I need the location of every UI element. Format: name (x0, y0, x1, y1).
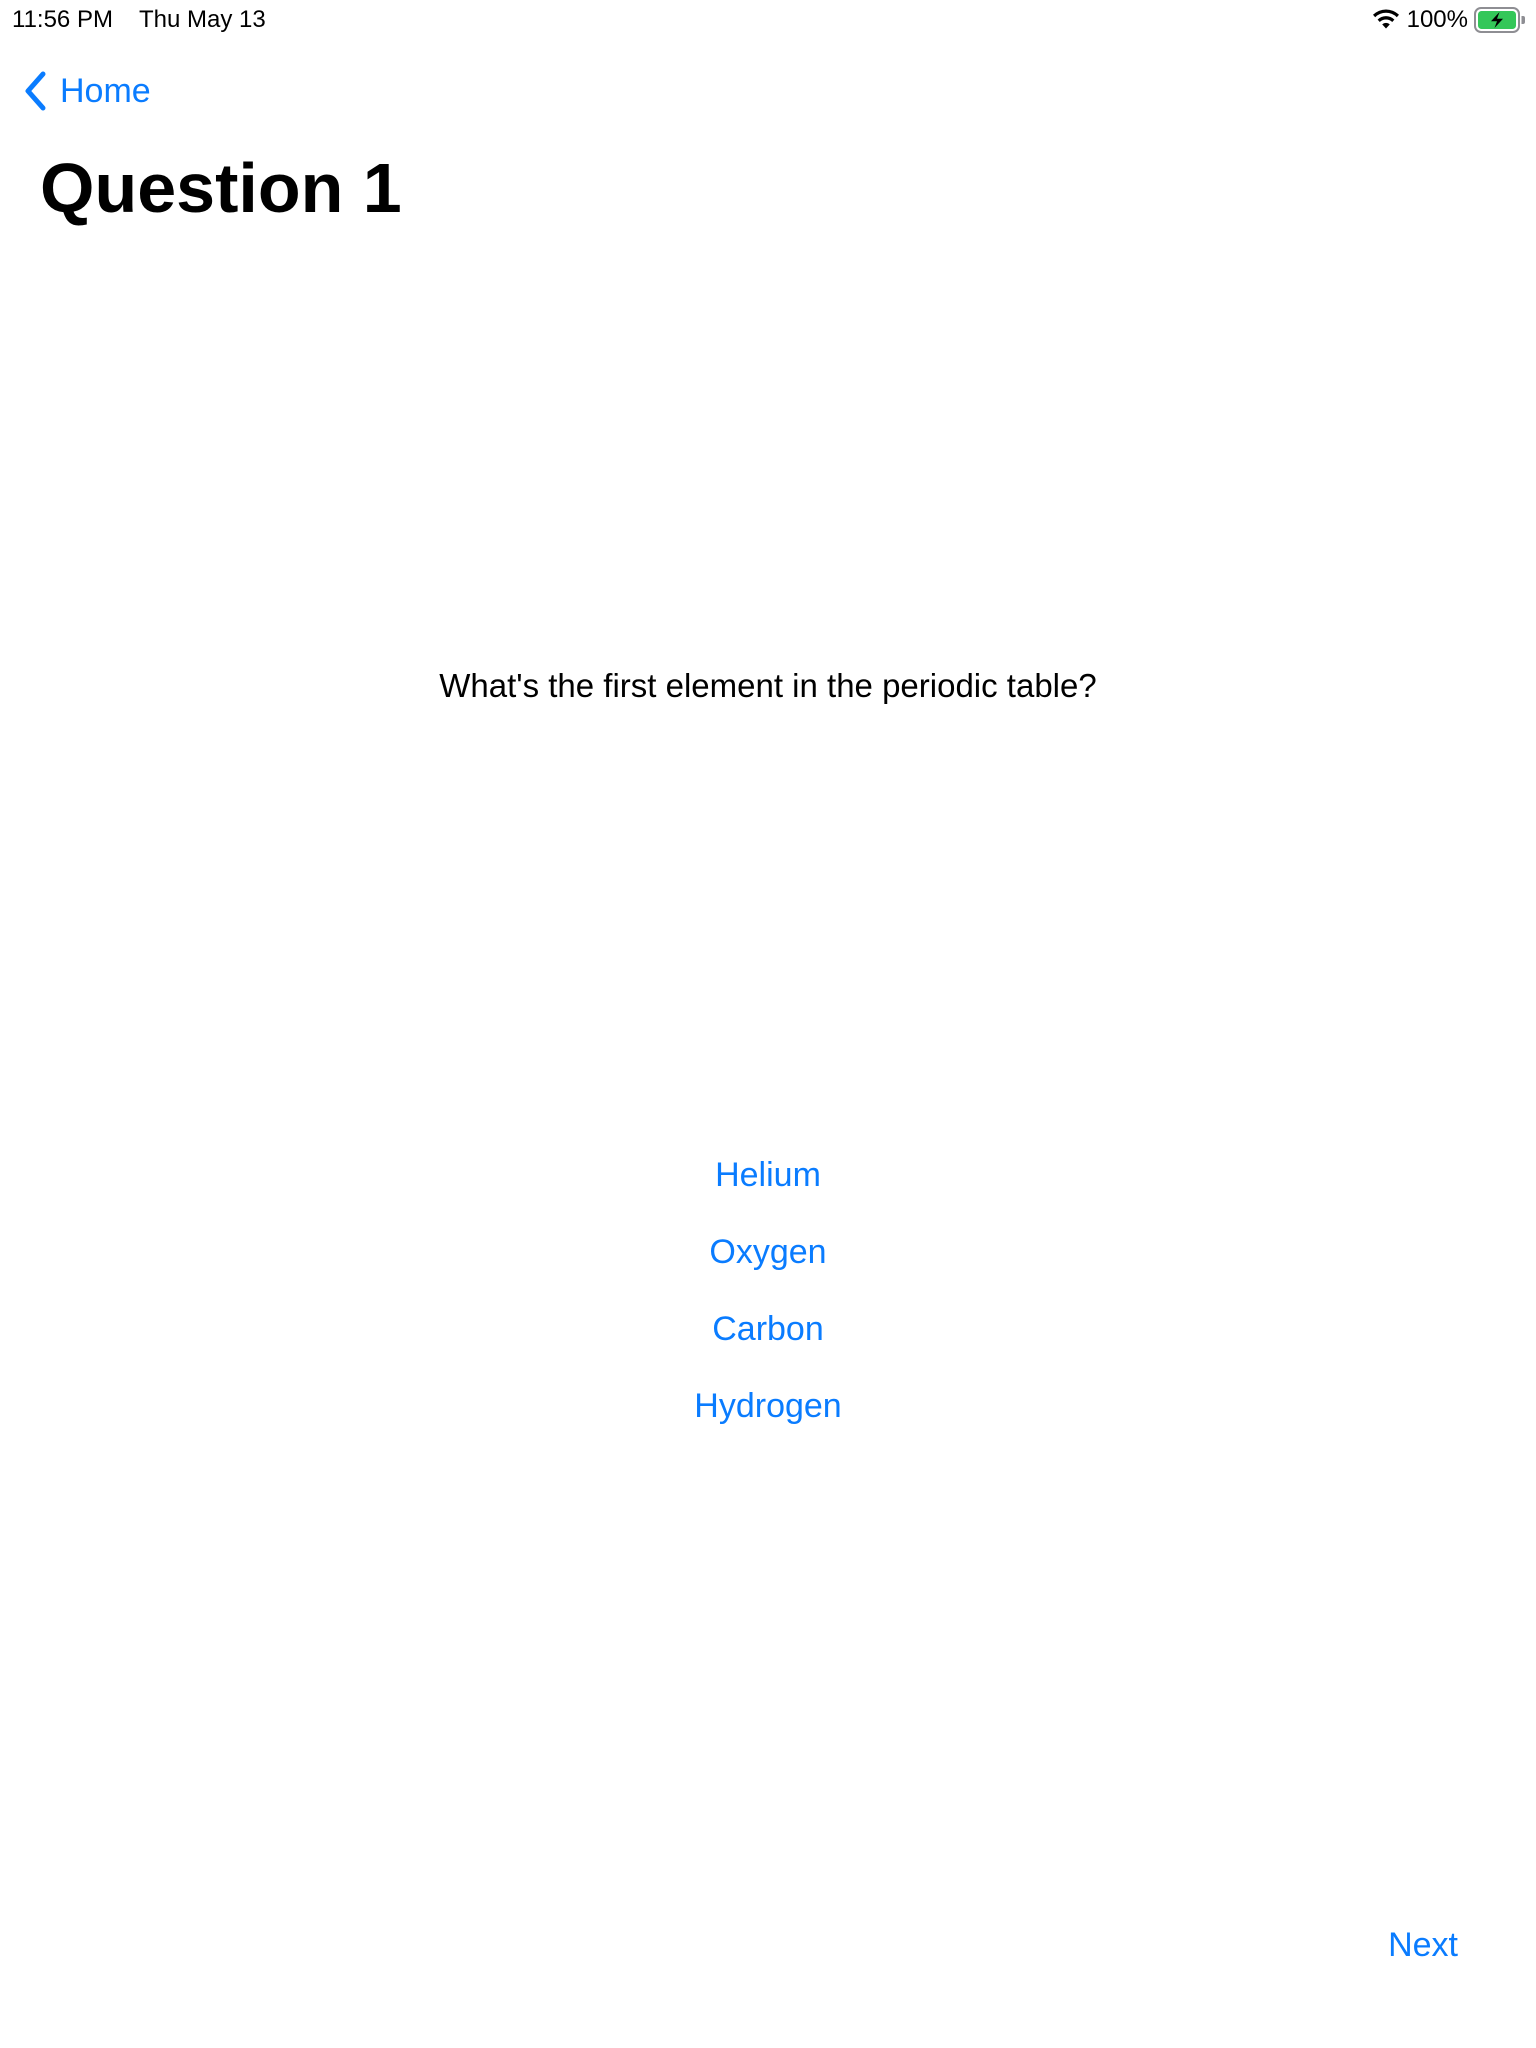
status-bar: 11:56 PM Thu May 13 100% (0, 0, 1536, 40)
page-title: Question 1 (40, 149, 402, 227)
status-time: 11:56 PM (12, 6, 113, 33)
battery-percent: 100% (1406, 6, 1468, 33)
answer-button-helium[interactable]: Helium (695, 1136, 841, 1213)
answer-button-hydrogen[interactable]: Hydrogen (674, 1367, 861, 1444)
answer-button-oxygen[interactable]: Oxygen (689, 1213, 846, 1290)
answer-list: Helium Oxygen Carbon Hydrogen (0, 1136, 1536, 1444)
back-label: Home (60, 72, 151, 110)
next-button[interactable]: Next (1388, 1922, 1458, 1968)
chevron-left-icon (25, 71, 46, 111)
back-button[interactable]: Home (22, 68, 151, 114)
wifi-icon (1372, 9, 1399, 29)
question-text: What's the first element in the periodic… (439, 667, 1097, 704)
status-indicators: 100% (1371, 5, 1526, 35)
answer-button-carbon[interactable]: Carbon (692, 1290, 844, 1367)
status-date: Thu May 13 (139, 6, 266, 33)
battery-charging-icon (1474, 7, 1525, 33)
